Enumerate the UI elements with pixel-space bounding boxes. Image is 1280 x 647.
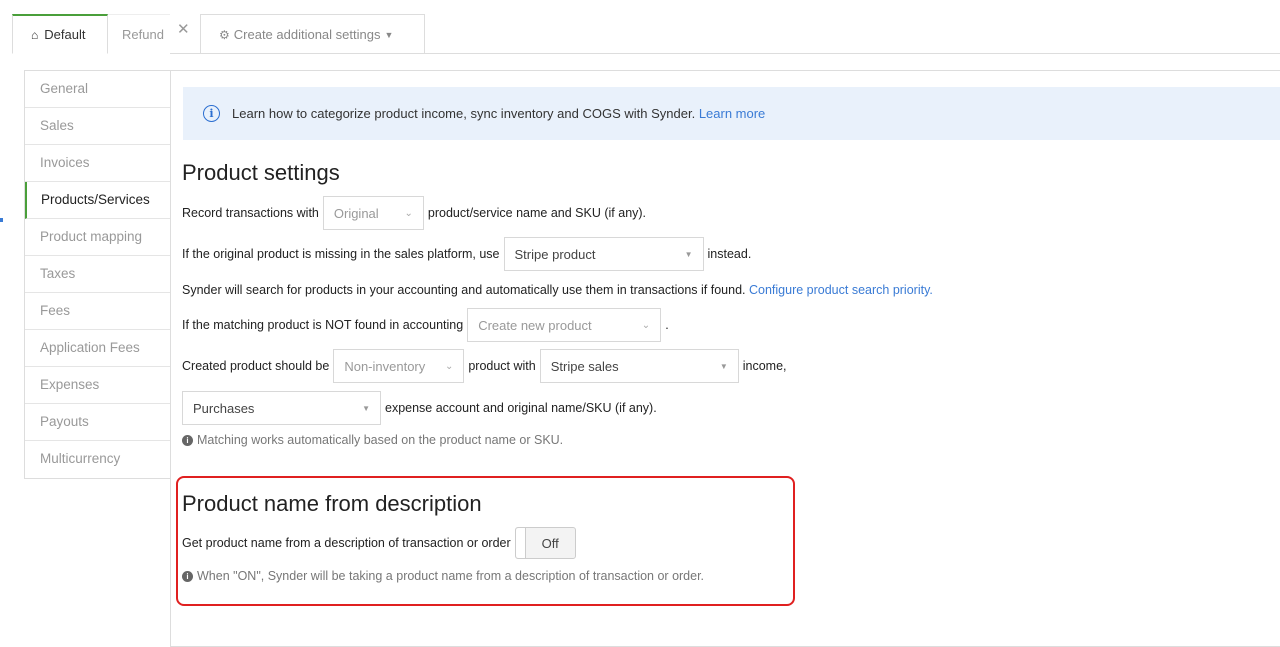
record-transactions-label: Record transactions with (182, 206, 319, 220)
description-toggle-label: Get product name from a description of t… (182, 536, 511, 550)
record-transactions-row: Record transactions with Original ⌄ prod… (182, 196, 646, 230)
missing-product-label: If the original product is missing in th… (182, 247, 500, 261)
not-found-label: If the matching product is NOT found in … (182, 318, 464, 332)
tab-default[interactable]: ⌂ Default (12, 14, 108, 54)
tab-refund[interactable]: Refund (108, 14, 170, 54)
not-found-action-value: Create new product (478, 317, 592, 333)
not-found-action-select[interactable]: Create new product ⌄ (467, 308, 662, 342)
sidebar-item-expenses[interactable]: Expenses (25, 367, 171, 404)
missing-product-row: If the original product is missing in th… (182, 237, 751, 271)
created-product-row: Created product should be Non-inventory … (182, 349, 787, 383)
tab-default-label: Default (44, 27, 86, 42)
missing-product-suffix: instead. (707, 247, 752, 261)
content-left-border (170, 70, 171, 647)
configure-search-priority-link[interactable]: Configure product search priority. (749, 283, 933, 297)
edge-marker (0, 218, 3, 222)
toggle-handle (515, 528, 526, 558)
chevron-down-icon: ⌄ (444, 360, 454, 372)
tab-refund-label: Refund (122, 27, 164, 42)
description-hint: i When "ON", Synder will be taking a pro… (182, 569, 704, 583)
sidebar-item-multicurrency[interactable]: Multicurrency (25, 441, 171, 478)
record-transactions-suffix: product/service name and SKU (if any). (427, 206, 647, 220)
description-toggle[interactable]: Off (514, 527, 576, 559)
sidebar-item-fees[interactable]: Fees (25, 293, 171, 330)
sidebar-item-product-mapping[interactable]: Product mapping (25, 219, 171, 256)
fallback-product-value: Stripe product (514, 246, 596, 262)
settings-tabbar: ⌂ Default Refund ✕ ⚙ Create additional s… (12, 14, 1280, 54)
not-found-row: If the matching product is NOT found in … (182, 308, 669, 342)
expense-suffix: expense account and original name/SKU (i… (385, 401, 657, 415)
description-section-title: Product name from description (182, 491, 482, 516)
product-settings-title: Product settings (182, 160, 340, 185)
search-products-row: Synder will search for products in your … (182, 281, 933, 299)
sidebar-item-sales[interactable]: Sales (25, 108, 171, 145)
matching-hint-text: Matching works automatically based on th… (197, 433, 564, 447)
sidebar-item-products-services[interactable]: Products/Services (25, 182, 171, 219)
caret-down-icon: ▼ (384, 29, 394, 40)
fallback-product-select[interactable]: Stripe product ▼ (503, 237, 704, 271)
matching-hint: i Matching works automatically based on … (182, 433, 563, 447)
caret-down-icon: ▼ (684, 249, 693, 259)
product-type-select[interactable]: Non-inventory ⌄ (333, 349, 465, 383)
income-suffix: income, (742, 359, 787, 373)
description-toggle-row: Get product name from a description of t… (182, 527, 576, 559)
info-icon: i (203, 105, 220, 122)
info-text: Learn how to categorize product income, … (232, 106, 696, 121)
record-with-value: Original (333, 205, 379, 221)
caret-down-icon: ▼ (719, 361, 728, 371)
not-found-suffix: . (665, 318, 669, 332)
sidebar-item-payouts[interactable]: Payouts (25, 404, 171, 441)
settings-sidebar: General Sales Invoices Products/Services… (24, 70, 171, 479)
info-circle-icon: i (182, 570, 193, 582)
product-with-label: product with (468, 359, 536, 373)
income-account-value: Stripe sales (550, 358, 619, 374)
expense-account-value: Purchases (193, 400, 255, 416)
toggle-state-label: Off (541, 535, 559, 551)
sidebar-item-application-fees[interactable]: Application Fees (25, 330, 171, 367)
expense-account-select[interactable]: Purchases ▼ (182, 391, 381, 425)
create-settings-label: Create additional settings (233, 27, 381, 42)
learn-more-link[interactable]: Learn more (699, 106, 765, 121)
sidebar-item-taxes[interactable]: Taxes (25, 256, 171, 293)
content-top-border (170, 70, 1280, 71)
chevron-down-icon: ⌄ (404, 207, 413, 219)
close-icon[interactable]: ✕ (177, 20, 190, 38)
info-banner: i Learn how to categorize product income… (183, 87, 1280, 140)
description-hint-text: When "ON", Synder will be taking a produ… (197, 569, 705, 583)
created-product-label: Created product should be (182, 359, 330, 373)
create-settings-dropdown[interactable]: ⚙ Create additional settings ▼ (200, 14, 425, 54)
search-products-text: Synder will search for products in your … (182, 283, 746, 297)
sidebar-item-invoices[interactable]: Invoices (25, 145, 171, 182)
home-icon: ⌂ (31, 27, 39, 42)
income-account-select[interactable]: Stripe sales ▼ (539, 349, 739, 383)
caret-down-icon: ▼ (362, 403, 370, 413)
expense-row: Purchases ▼ expense account and original… (178, 391, 657, 425)
product-type-value: Non-inventory (344, 358, 426, 374)
sidebar-item-general[interactable]: General (25, 71, 171, 108)
info-circle-icon: i (182, 434, 193, 446)
record-with-select[interactable]: Original ⌄ (322, 196, 424, 230)
gear-icon: ⚙ (219, 27, 230, 42)
chevron-down-icon: ⌄ (641, 319, 651, 331)
